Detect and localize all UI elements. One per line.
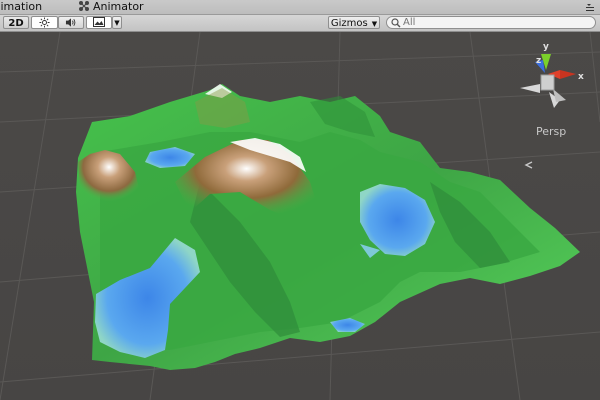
gizmo-center-cube[interactable]: [540, 74, 555, 91]
chevron-down-icon: ▼: [371, 20, 378, 28]
scene-canvas[interactable]: y x z: [0, 32, 600, 400]
search-icon: [391, 18, 401, 28]
gizmos-label: Gizmos: [330, 18, 368, 29]
2d-mode-button[interactable]: 2D: [3, 16, 29, 29]
menu-icon[interactable]: [584, 1, 596, 13]
animator-icon: [79, 1, 89, 11]
2d-mode-label: 2D: [8, 18, 24, 29]
scene-viewport[interactable]: y x z Persp: [0, 32, 600, 400]
editor-tab-bar: Animation Animator: [0, 0, 600, 15]
chevron-down-icon: ▼: [114, 19, 120, 27]
projection-toggle[interactable]: Persp: [536, 125, 566, 138]
scene-effects-button[interactable]: [86, 16, 112, 29]
scene-effects-dropdown[interactable]: ▼: [112, 16, 122, 29]
scene-search-field[interactable]: [386, 16, 596, 29]
chevron-left-icon: [524, 161, 533, 169]
image-icon: [93, 17, 105, 27]
axis-y-label: y: [543, 42, 549, 52]
speaker-icon: [65, 18, 76, 27]
tab-animator-label: Animator: [93, 0, 144, 13]
scene-toolbar: 2D ▼ Gizmos ▼: [0, 15, 600, 32]
axis-z-label: z: [536, 56, 541, 66]
tab-animator[interactable]: Animator: [78, 0, 144, 14]
scene-lighting-button[interactable]: [31, 16, 58, 29]
sun-icon: [39, 17, 50, 28]
projection-label: Persp: [536, 125, 567, 138]
search-input[interactable]: [403, 17, 583, 28]
tab-animation[interactable]: Animation: [0, 0, 74, 14]
axis-x-label: x: [578, 72, 584, 82]
gizmos-dropdown[interactable]: Gizmos ▼: [328, 16, 380, 29]
scene-audio-button[interactable]: [58, 16, 84, 29]
tab-animation-label: Animation: [0, 0, 43, 13]
